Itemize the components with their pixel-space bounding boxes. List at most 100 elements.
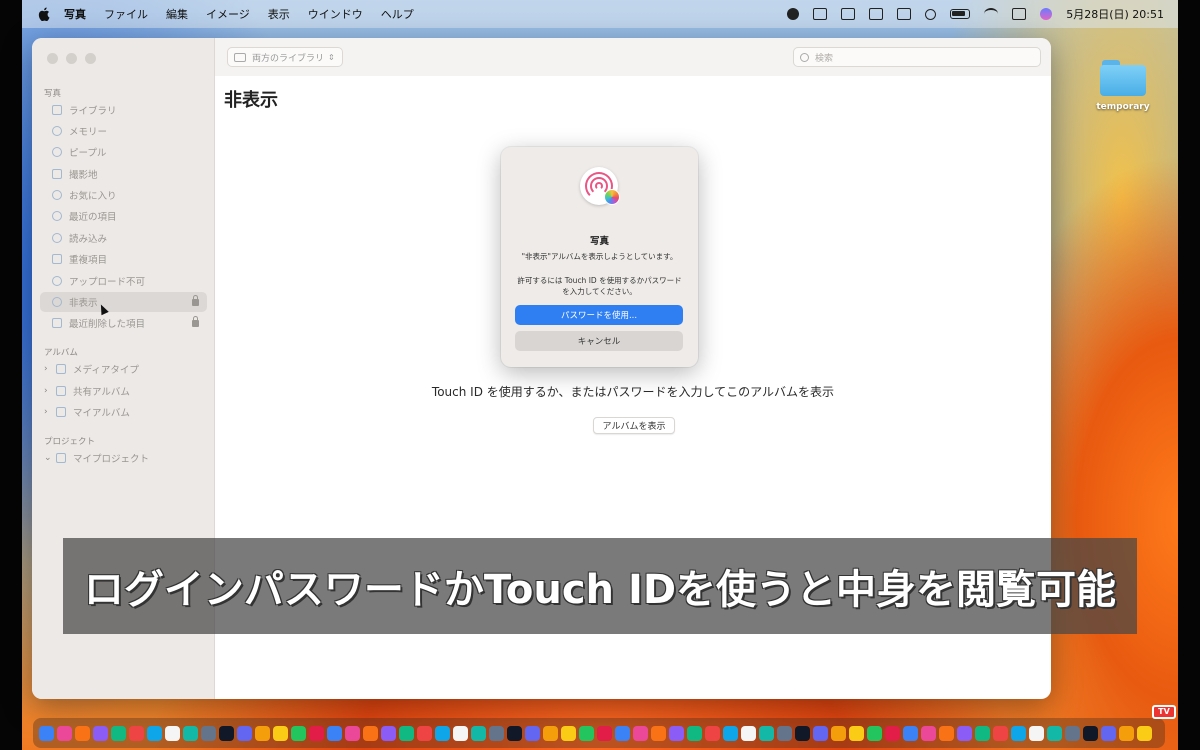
dock-app-icon[interactable] [669, 725, 684, 741]
sidebar-item-shared-albums[interactable]: › 共有アルバム [40, 381, 207, 401]
chevron-right-icon[interactable]: › [44, 364, 52, 374]
desktop-folder[interactable]: temporary [1090, 60, 1156, 112]
menu-photos[interactable]: 写真 [64, 6, 86, 22]
dock-app-icon[interactable] [651, 725, 666, 741]
siri-icon[interactable] [1040, 8, 1053, 20]
dock-app-icon[interactable] [813, 725, 828, 741]
dock-app-icon[interactable] [1047, 725, 1062, 741]
dock-app-icon[interactable] [273, 725, 288, 741]
dock-app-icon[interactable] [687, 725, 702, 741]
dock-app-icon[interactable] [111, 725, 126, 741]
dock-app-icon[interactable] [327, 725, 342, 741]
dock-app-icon[interactable] [1083, 725, 1098, 741]
library-select[interactable]: 両方のライブラリ ⇕ [227, 47, 343, 67]
zoom-button[interactable] [85, 53, 96, 64]
menu-view[interactable]: 表示 [268, 6, 290, 22]
dock-app-icon[interactable] [219, 725, 234, 741]
dock-app-icon[interactable] [1011, 725, 1026, 741]
dock-app-icon[interactable] [1119, 725, 1134, 741]
apple-icon[interactable] [38, 7, 50, 21]
sidebar-item-duplicates[interactable]: 重複項目 [40, 249, 207, 269]
dock-app-icon[interactable] [363, 725, 378, 741]
sidebar-item-hidden[interactable]: 非表示 [40, 292, 207, 312]
translate-icon[interactable] [869, 8, 884, 20]
search-field[interactable]: 検索 [793, 47, 1041, 67]
dock-app-icon[interactable] [903, 725, 918, 741]
use-password-button[interactable]: パスワードを使用... [515, 305, 683, 325]
dock-app-icon[interactable] [759, 725, 774, 741]
dock-app-icon[interactable] [615, 725, 630, 741]
dock-app-icon[interactable] [183, 725, 198, 741]
battery-icon[interactable] [950, 9, 971, 19]
dock-app-icon[interactable] [1101, 725, 1116, 741]
close-button[interactable] [47, 53, 58, 64]
dock-app-icon[interactable] [147, 725, 162, 741]
dock-app-icon[interactable] [507, 725, 522, 741]
menu-edit[interactable]: 編集 [166, 6, 188, 22]
dock-app-icon[interactable] [93, 725, 108, 741]
dock-app-icon[interactable] [777, 725, 792, 741]
record-icon[interactable] [787, 8, 800, 20]
menu-window[interactable]: ウインドウ [308, 6, 363, 22]
dock-app-icon[interactable] [975, 725, 990, 741]
dock-app-icon[interactable] [165, 725, 180, 741]
dock-app-icon[interactable] [129, 725, 144, 741]
wifi-icon[interactable] [984, 8, 999, 20]
dock-app-icon[interactable] [597, 725, 612, 741]
dock-app-icon[interactable] [471, 725, 486, 741]
dock-app-icon[interactable] [543, 725, 558, 741]
sidebar-item-library[interactable]: ライブラリ [40, 100, 207, 120]
sidebar-item-people[interactable]: ピープル [40, 142, 207, 162]
dock-app-icon[interactable] [957, 725, 972, 741]
dock-app-icon[interactable] [723, 725, 738, 741]
cloud-icon[interactable] [841, 8, 856, 20]
dock-app-icon[interactable] [1065, 725, 1080, 741]
dock-app-icon[interactable] [1137, 725, 1152, 741]
chevron-down-icon[interactable]: ⌄ [44, 453, 52, 463]
sidebar-item-memories[interactable]: メモリー [40, 121, 207, 141]
dock-app-icon[interactable] [921, 725, 936, 741]
chevron-right-icon[interactable]: › [44, 386, 52, 396]
chevron-right-icon[interactable]: › [44, 407, 52, 417]
dock-app-icon[interactable] [399, 725, 414, 741]
control-center-icon[interactable] [1012, 8, 1027, 20]
dock-app-icon[interactable] [939, 725, 954, 741]
dock-app-icon[interactable] [345, 725, 360, 741]
sidebar-item-media-types[interactable]: › メディアタイプ [40, 359, 207, 379]
minimize-button[interactable] [66, 53, 77, 64]
dock-app-icon[interactable] [75, 725, 90, 741]
dock-app-icon[interactable] [993, 725, 1008, 741]
dropbox-icon[interactable] [813, 8, 828, 20]
dock-app-icon[interactable] [417, 725, 432, 741]
dock-app-icon[interactable] [381, 725, 396, 741]
command-icon[interactable] [897, 8, 912, 20]
menu-image[interactable]: イメージ [206, 6, 250, 22]
dock-app-icon[interactable] [291, 725, 306, 741]
cancel-button[interactable]: キャンセル [515, 331, 683, 351]
menu-file[interactable]: ファイル [104, 6, 148, 22]
dock-app-icon[interactable] [57, 725, 72, 741]
dock-app-icon[interactable] [453, 725, 468, 741]
menu-help[interactable]: ヘルプ [381, 6, 414, 22]
sidebar-item-favorites[interactable]: お気に入り [40, 185, 207, 205]
dock-app-icon[interactable] [831, 725, 846, 741]
dock-app-icon[interactable] [237, 725, 252, 741]
sidebar-item-unable-to-upload[interactable]: アップロード不可 [40, 271, 207, 291]
dock-app-icon[interactable] [525, 725, 540, 741]
dock-app-icon[interactable] [201, 725, 216, 741]
dock-app-icon[interactable] [849, 725, 864, 741]
dock-app-icon[interactable] [633, 725, 648, 741]
dock-app-icon[interactable] [885, 725, 900, 741]
dock-app-icon[interactable] [435, 725, 450, 741]
menubar-clock[interactable]: 5月28日(日) 20:51 [1066, 6, 1164, 22]
dock-app-icon[interactable] [39, 725, 54, 741]
dock-app-icon[interactable] [561, 725, 576, 741]
sidebar-item-recents[interactable]: 最近の項目 [40, 206, 207, 226]
dock-app-icon[interactable] [309, 725, 324, 741]
dock-app-icon[interactable] [255, 725, 270, 741]
sidebar-item-places[interactable]: 撮影地 [40, 164, 207, 184]
sidebar-item-my-albums[interactable]: › マイアルバム [40, 402, 207, 422]
show-album-button[interactable]: アルバムを表示 [593, 417, 675, 434]
sidebar-item-recently-deleted[interactable]: 最近削除した項目 [40, 313, 207, 333]
dock-app-icon[interactable] [867, 725, 882, 741]
